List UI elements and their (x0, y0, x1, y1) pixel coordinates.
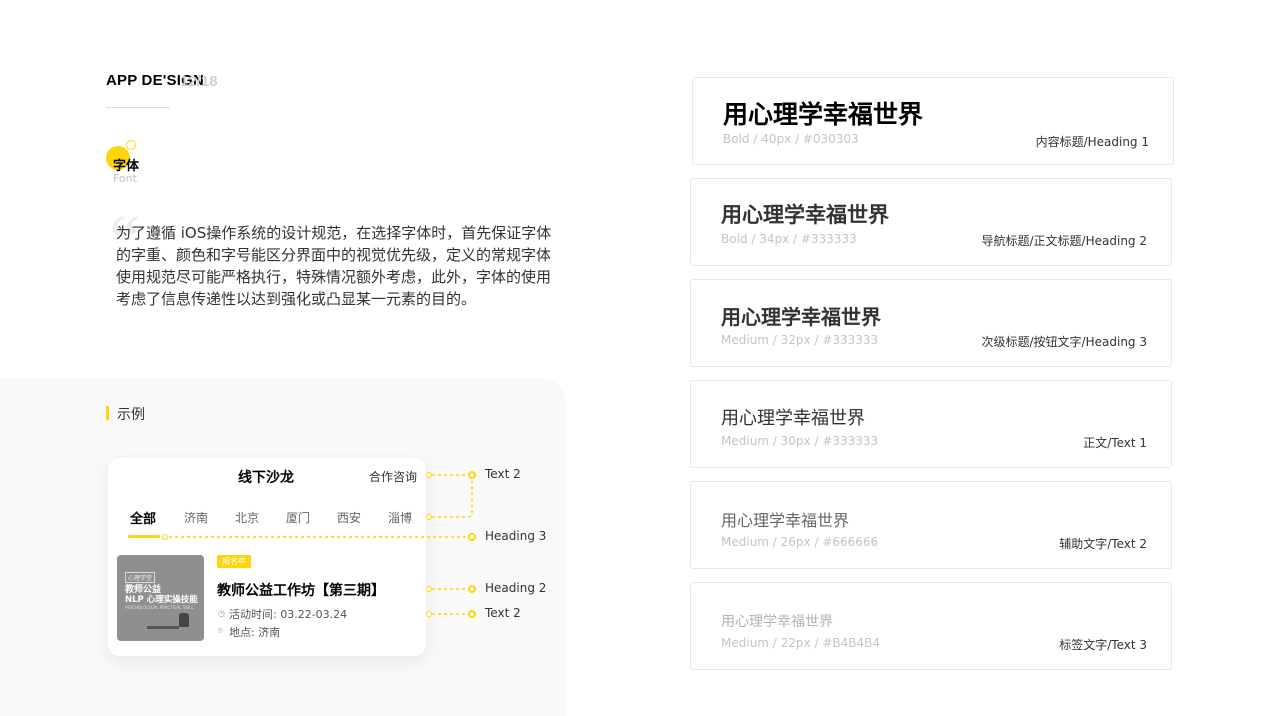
annotation-end-dot (468, 533, 476, 541)
spec-meta: Medium / 32px / #333333 (721, 333, 879, 347)
spec-card-heading-2: 用心理学幸福世界 Bold / 34px / #333333 导航标题/正文标题… (690, 178, 1172, 266)
spec-meta: Medium / 30px / #333333 (721, 434, 879, 448)
spec-sample: 用心理学幸福世界 (721, 511, 850, 530)
spec-card-text-1: 用心理学幸福世界 Medium / 30px / #333333 正文/Text… (690, 380, 1172, 468)
spec-role: 次级标题/按钮文字/Heading 3 (981, 335, 1147, 349)
spec-sample: 用心理学幸福世界 (721, 203, 889, 227)
annotation-start-dot (426, 472, 432, 478)
spec-sample: 用心理学幸福世界 (721, 305, 881, 329)
annotation-label: Text 2 (485, 467, 521, 481)
spec-sample: 用心理学幸福世界 (723, 100, 924, 129)
spec-role: 导航标题/正文标题/Heading 2 (981, 234, 1147, 248)
spec-role: 辅助文字/Text 2 (1059, 537, 1147, 551)
spec-role: 正文/Text 1 (1083, 436, 1147, 450)
annotation-end-dot (468, 471, 476, 479)
spec-meta: Bold / 34px / #333333 (721, 232, 857, 246)
spec-role: 内容标题/Heading 1 (1035, 135, 1149, 149)
spec-card-text-2: 用心理学幸福世界 Medium / 26px / #666666 辅助文字/Te… (690, 481, 1172, 569)
annotation-end-dot (468, 610, 476, 618)
annotation-start-dot (426, 586, 432, 592)
spec-meta: Medium / 26px / #666666 (721, 535, 879, 549)
spec-sample: 用心理学幸福世界 (721, 614, 833, 630)
annotation-start-dot (426, 611, 432, 617)
spec-meta: Bold / 40px / #030303 (723, 132, 859, 146)
annotation-start-dot (426, 514, 432, 520)
spec-card-heading-1: 用心理学幸福世界 Bold / 40px / #030303 内容标题/Head… (692, 77, 1174, 165)
annotation-end-dot (468, 585, 476, 593)
spec-card-heading-3: 用心理学幸福世界 Medium / 32px / #333333 次级标题/按钮… (690, 279, 1172, 367)
spec-meta: Medium / 22px / #B4B4B4 (721, 636, 880, 650)
spec-sample: 用心理学幸福世界 (721, 408, 865, 429)
annotation-label: Text 2 (485, 606, 521, 620)
spec-role: 标签文字/Text 3 (1059, 638, 1147, 652)
annotation-label: Heading 3 (485, 529, 547, 543)
spec-card-text-3: 用心理学幸福世界 Medium / 22px / #B4B4B4 标签文字/Te… (690, 582, 1172, 670)
annotation-label: Heading 2 (485, 581, 547, 595)
annotation-start-dot (162, 534, 168, 540)
